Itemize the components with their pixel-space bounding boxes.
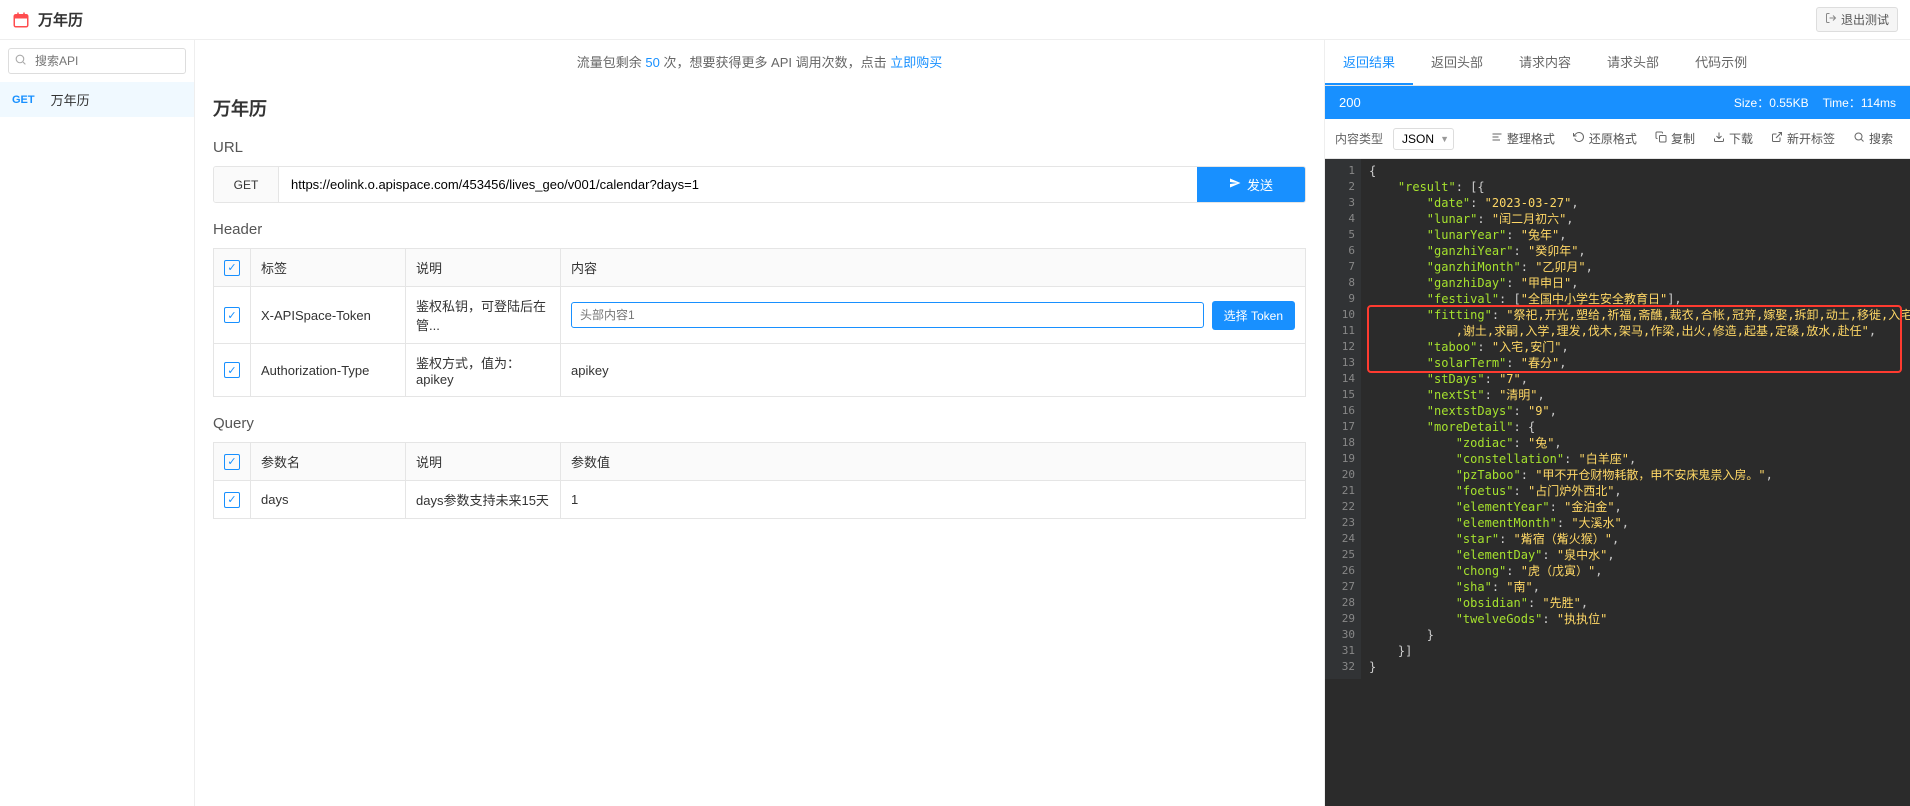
sidebar: GET 万年历 <box>0 40 195 806</box>
url-section-label: URL <box>213 139 1306 156</box>
external-icon <box>1771 131 1783 146</box>
col-desc: 说明 <box>406 443 561 481</box>
search-button[interactable]: 搜索 <box>1846 127 1900 150</box>
download-button[interactable]: 下载 <box>1706 127 1760 150</box>
result-toolbar: 内容类型 JSON ▼ 整理格式 还原格式 复制 下载 <box>1325 119 1910 159</box>
result-tabs: 返回结果 返回头部 请求内容 请求头部 代码示例 <box>1325 40 1910 86</box>
query-desc: days参数支持未来15天 <box>406 481 561 519</box>
search-icon <box>14 53 27 69</box>
checkbox-all-headers[interactable]: ✓ <box>224 260 240 276</box>
checkbox[interactable]: ✓ <box>224 362 240 378</box>
query-table: ✓ 参数名 说明 参数值 ✓ days days参数支持未来15天 1 <box>213 442 1306 519</box>
header-desc: 鉴权私钥，可登陆后在管... <box>406 287 561 344</box>
result-panel: 返回结果 返回头部 请求内容 请求头部 代码示例 200 Size：0.55KB… <box>1324 40 1910 806</box>
format-icon <box>1491 131 1503 146</box>
url-input[interactable] <box>279 167 1197 202</box>
checkbox-all-query[interactable]: ✓ <box>224 454 240 470</box>
col-name: 参数名 <box>251 443 406 481</box>
tab-code-sample[interactable]: 代码示例 <box>1677 40 1765 85</box>
header-value: apikey <box>561 344 1306 397</box>
content-type-select[interactable]: JSON <box>1393 128 1454 150</box>
topbar: 万年历 退出测试 <box>0 0 1910 40</box>
header-value-input[interactable] <box>571 302 1204 328</box>
line-gutter: 1234567891011121314151617181920212223242… <box>1325 159 1361 679</box>
status-bar: 200 Size：0.55KB Time：114ms <box>1325 86 1910 119</box>
header-table: ✓ 标签 说明 内容 ✓ X-APISpace-Token 鉴权私钥，可登陆后在… <box>213 248 1306 397</box>
header-row: ✓ Authorization-Type 鉴权方式，值为：apikey apik… <box>214 344 1306 397</box>
col-value: 参数值 <box>561 443 1306 481</box>
search-api-input[interactable] <box>8 48 186 74</box>
exit-icon <box>1825 12 1837 27</box>
tab-request-body[interactable]: 请求内容 <box>1501 40 1589 85</box>
col-content: 内容 <box>561 249 1306 287</box>
header-section-label: Header <box>213 221 1306 238</box>
api-method: GET <box>12 94 35 106</box>
select-token-button[interactable]: 选择 Token <box>1212 301 1295 330</box>
exit-button[interactable]: 退出测试 <box>1816 7 1898 32</box>
copy-button[interactable]: 复制 <box>1648 127 1702 150</box>
tab-response-header[interactable]: 返回头部 <box>1413 40 1501 85</box>
query-section-label: Query <box>213 415 1306 432</box>
code-content: { "result": [{ "date": "2023-03-27", "lu… <box>1361 159 1910 679</box>
send-icon <box>1229 177 1241 192</box>
api-list-item[interactable]: GET 万年历 <box>0 82 194 117</box>
newtab-button[interactable]: 新开标签 <box>1764 127 1842 150</box>
buy-link[interactable]: 立即购买 <box>890 55 942 70</box>
send-button[interactable]: 发送 <box>1197 167 1305 202</box>
col-tag: 标签 <box>251 249 406 287</box>
restore-button[interactable]: 还原格式 <box>1566 127 1644 150</box>
header-desc: 鉴权方式，值为：apikey <box>406 344 561 397</box>
tab-request-header[interactable]: 请求头部 <box>1589 40 1677 85</box>
json-editor[interactable]: 1234567891011121314151617181920212223242… <box>1325 159 1910 806</box>
checkbox[interactable]: ✓ <box>224 307 240 323</box>
format-button[interactable]: 整理格式 <box>1484 127 1562 150</box>
query-value: 1 <box>561 481 1306 519</box>
restore-icon <box>1573 131 1585 146</box>
col-desc: 说明 <box>406 249 561 287</box>
quota-notice: 流量包剩余 50 次，想要获得更多 API 调用次数，点击 立即购买 <box>213 40 1306 83</box>
page-title: 万年历 <box>213 95 1306 121</box>
header-tag: Authorization-Type <box>251 344 406 397</box>
http-method: GET <box>214 167 279 202</box>
download-icon <box>1713 131 1725 146</box>
header-row: ✓ X-APISpace-Token 鉴权私钥，可登陆后在管... 选择 Tok… <box>214 287 1306 344</box>
copy-icon <box>1655 131 1667 146</box>
checkbox[interactable]: ✓ <box>224 492 240 508</box>
content-type-label: 内容类型 <box>1335 130 1383 147</box>
query-row: ✓ days days参数支持未来15天 1 <box>214 481 1306 519</box>
tab-result[interactable]: 返回结果 <box>1325 40 1413 85</box>
header-tag: X-APISpace-Token <box>251 287 406 344</box>
search-icon <box>1853 131 1865 146</box>
query-name: days <box>251 481 406 519</box>
calendar-icon <box>12 11 30 29</box>
status-code: 200 <box>1339 95 1361 110</box>
response-size: Size：0.55KB <box>1734 94 1809 111</box>
main-panel: 流量包剩余 50 次，想要获得更多 API 调用次数，点击 立即购买 万年历 U… <box>195 40 1324 806</box>
response-time: Time：114ms <box>1823 94 1896 111</box>
app-title: 万年历 <box>38 9 83 30</box>
api-name: 万年历 <box>51 90 90 109</box>
